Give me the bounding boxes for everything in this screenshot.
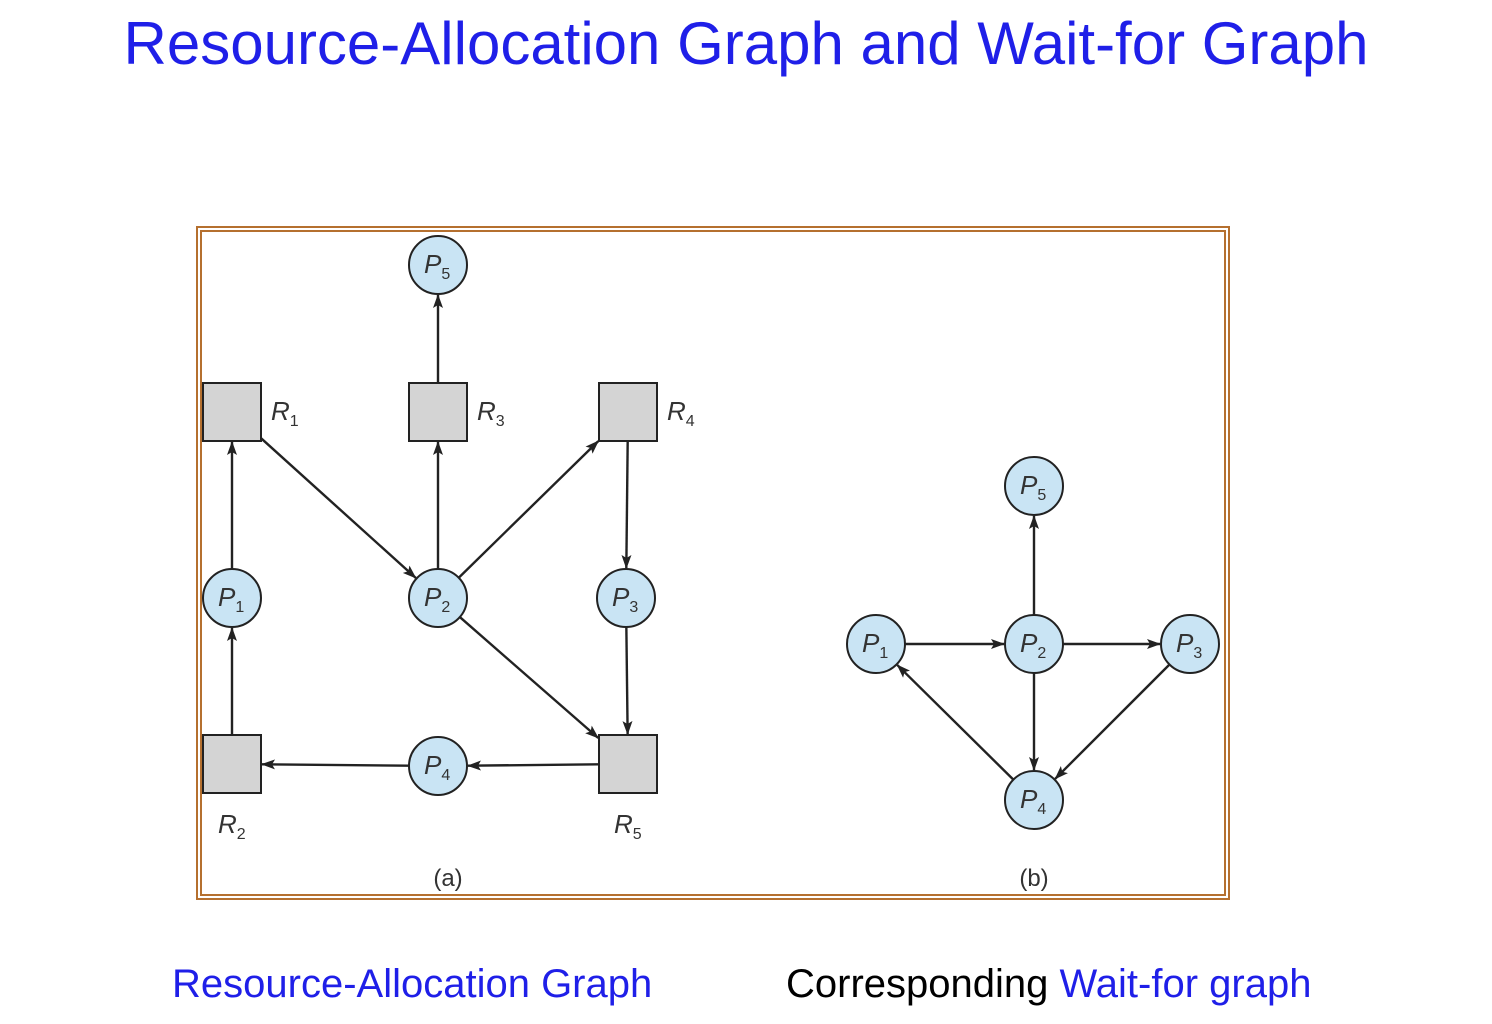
graph-a-process-node-p3: P3 xyxy=(596,568,656,628)
graph-b-process-node-p1: P1 xyxy=(846,614,906,674)
graph-b-label: (b) xyxy=(1019,865,1048,892)
figure-frame: P1 P2 P3 P4 P5 R1 R2 R3 R4 R5 P5 P1 P2 P3 P4 (a) (b) xyxy=(196,226,1230,900)
graph-a-process-node-p4: P4 xyxy=(408,736,468,796)
graph-a-process-node-p1: P1 xyxy=(202,568,262,628)
frame-inner-border xyxy=(200,230,1226,896)
caption-wait-for-highlight: Wait-for graph xyxy=(1059,962,1312,1006)
graph-a-resource-label-r1: R1 xyxy=(271,396,299,430)
graph-a-resource-node-r2: R2 xyxy=(202,734,262,843)
caption-wait-for-graph: Corresponding Wait-for graph xyxy=(786,958,1311,1010)
graph-b-edge-p3-to-p4 xyxy=(1054,663,1171,780)
graph-a-process-node-p5: P5 xyxy=(408,235,468,295)
graph-a-edge-p4-to-r2 xyxy=(261,759,410,770)
graph-a-resource-label-r2: R2 xyxy=(218,809,246,843)
slide-title: Resource-Allocation Graph and Wait-for G… xyxy=(123,10,1369,77)
graph-a-label: (a) xyxy=(433,865,462,892)
graph-a-edge-p2-to-r5 xyxy=(459,616,600,739)
graph-b-edge-p4-to-p1 xyxy=(896,664,1015,781)
graph-a-edge-r5-to-p4 xyxy=(466,760,600,771)
graph-a-edge-r1-to-p2 xyxy=(260,437,417,579)
graph-b-process-node-p4: P4 xyxy=(1004,770,1064,830)
graph-a-resource-label-r5: R5 xyxy=(614,809,642,843)
graph-a-resource-node-r4: R4 xyxy=(598,382,695,442)
graph-b-process-node-p3: P3 xyxy=(1160,614,1220,674)
caption-wait-for-prefix: Corresponding xyxy=(786,962,1049,1006)
graph-a-resource-node-r1: R1 xyxy=(202,382,299,442)
graph-a-process-node-p2: P2 xyxy=(408,568,468,628)
graph-b-process-node-p5: P5 xyxy=(1004,456,1064,516)
caption-resource-allocation-graph: Resource-Allocation Graph xyxy=(172,962,653,1006)
graph-a-edge-p2-to-r4 xyxy=(457,440,600,579)
graph-a-resource-label-r3: R3 xyxy=(477,396,505,430)
frame-outer-border xyxy=(196,226,1230,900)
graph-a-resource-node-r5: R5 xyxy=(598,734,658,843)
graph-b-process-node-p2: P2 xyxy=(1004,614,1064,674)
graph-a-edge-p3-to-r5 xyxy=(622,626,633,735)
graph-a-edge-r4-to-p3 xyxy=(621,440,632,570)
graph-a-resource-node-r3: R3 xyxy=(408,382,505,442)
diagram-canvas: P1 P2 P3 P4 P5 R1 R2 R3 R4 R5 P5 P1 P2 P3 P4 (a) (b) xyxy=(196,226,1230,900)
graph-a-resource-label-r4: R4 xyxy=(667,396,695,430)
